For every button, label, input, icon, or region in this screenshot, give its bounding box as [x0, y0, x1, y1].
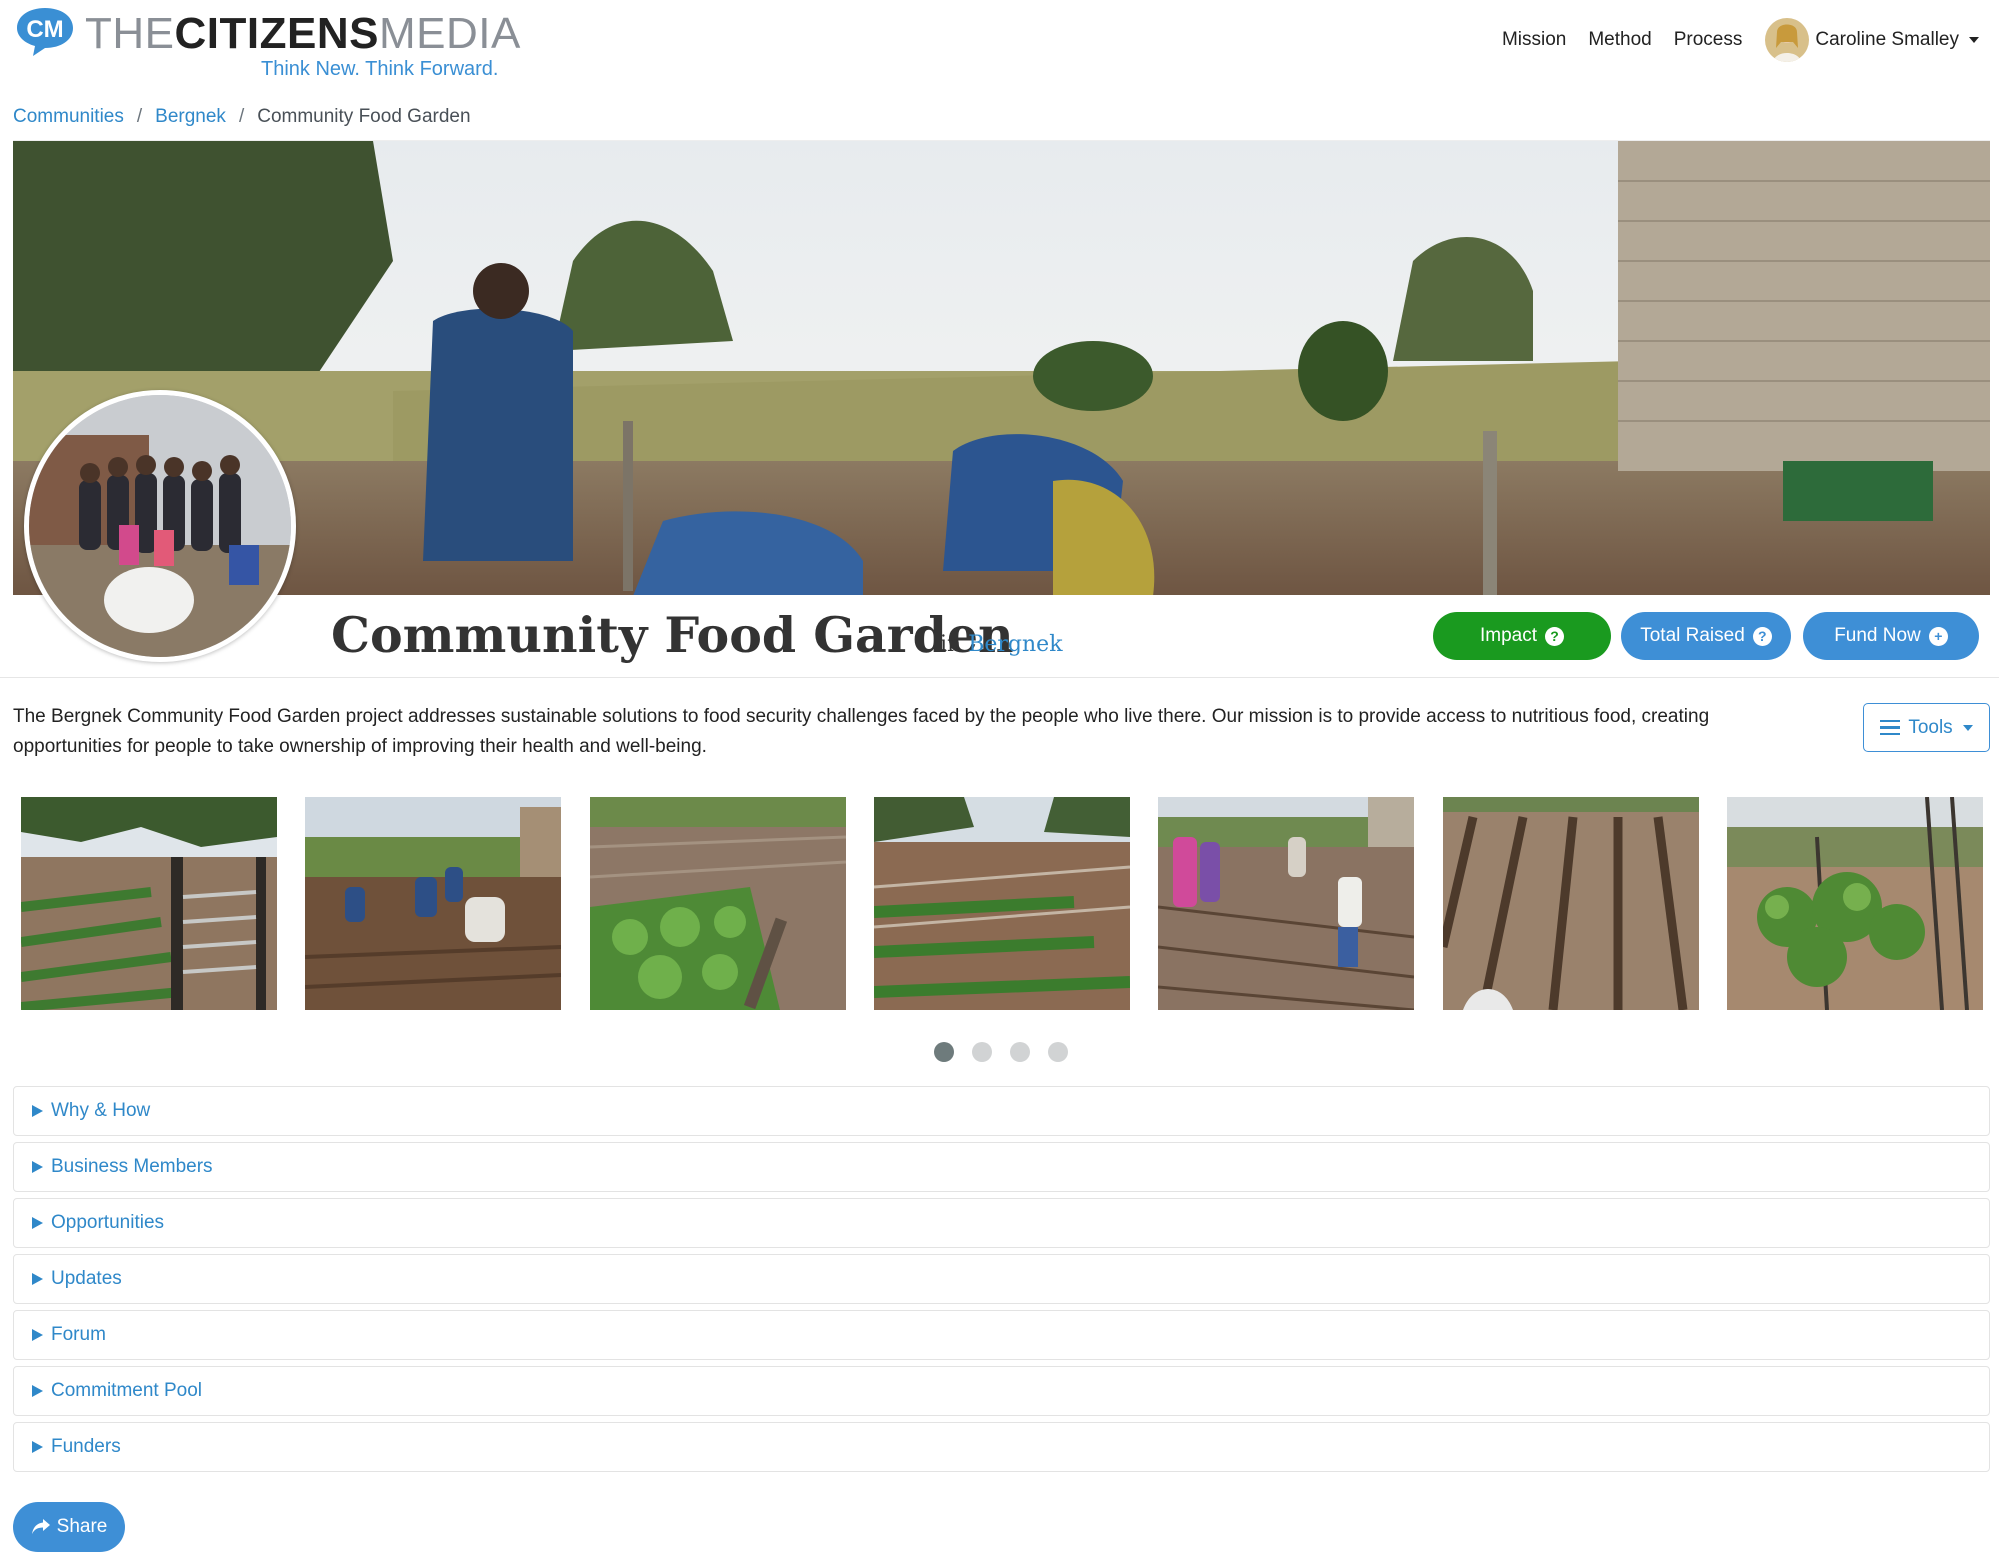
- chevron-down-icon: [1962, 724, 1973, 731]
- community-link[interactable]: Bergnek: [968, 632, 1062, 657]
- carousel-indicators: [934, 1042, 1068, 1062]
- section-label: Why & How: [51, 1100, 151, 1121]
- gallery-thumbnail[interactable]: [1442, 797, 1699, 1010]
- logo-badge-text: CM: [26, 16, 63, 43]
- gallery-thumbnail[interactable]: [21, 797, 277, 1010]
- question-circle-icon: ?: [1545, 626, 1565, 646]
- breadcrumb-current: Community Food Garden: [257, 106, 471, 127]
- carousel-dot[interactable]: [1048, 1042, 1068, 1062]
- site-header: CM THECITIZENSMEDIA Think New. Think For…: [0, 0, 1999, 100]
- page-title: Community Food Garden: [331, 606, 1014, 664]
- breadcrumb-separator: /: [238, 106, 245, 127]
- section-funders[interactable]: Funders: [13, 1422, 1990, 1472]
- nav-mission[interactable]: Mission: [1491, 29, 1577, 51]
- triangle-right-icon: [32, 1273, 43, 1285]
- fund-now-label: Fund Now: [1834, 625, 1921, 646]
- section-label: Opportunities: [51, 1212, 165, 1233]
- breadcrumb: Communities / Bergnek / Community Food G…: [13, 106, 471, 128]
- gallery-thumbnail[interactable]: [589, 797, 846, 1010]
- section-label: Commitment Pool: [51, 1380, 202, 1401]
- section-why-how[interactable]: Why & How: [13, 1086, 1990, 1136]
- gallery-thumbnail[interactable]: [1158, 797, 1415, 1010]
- carousel-dot[interactable]: [972, 1042, 992, 1062]
- logo-word-media: MEDIA: [378, 9, 521, 58]
- gallery-thumbnail[interactable]: [873, 797, 1130, 1010]
- impact-button[interactable]: Impact ?: [1433, 612, 1611, 660]
- nav-process[interactable]: Process: [1663, 29, 1754, 51]
- section-label: Updates: [51, 1268, 122, 1289]
- triangle-right-icon: [32, 1441, 43, 1453]
- impact-label: Impact: [1479, 625, 1538, 646]
- carousel-dot[interactable]: [1010, 1042, 1030, 1062]
- cover-image: [13, 141, 1990, 595]
- total-raised-label: Total Raised: [1640, 625, 1745, 646]
- section-updates[interactable]: Updates: [13, 1254, 1990, 1304]
- menu-icon: [1880, 719, 1901, 736]
- user-name: Caroline Smalley: [1815, 29, 1959, 50]
- avatar: [1765, 18, 1810, 62]
- section-business-members[interactable]: Business Members: [13, 1142, 1990, 1192]
- share-label: Share: [56, 1516, 108, 1537]
- breadcrumb-separator: /: [136, 106, 143, 127]
- project-description: The Bergnek Community Food Garden projec…: [13, 706, 1710, 757]
- triangle-right-icon: [32, 1329, 43, 1341]
- share-button[interactable]: Share: [13, 1502, 125, 1552]
- triangle-right-icon: [32, 1105, 43, 1117]
- photo-gallery: [21, 797, 1983, 1010]
- logo-word-the: THE: [85, 9, 175, 58]
- fund-now-button[interactable]: Fund Now +: [1803, 612, 1979, 660]
- breadcrumb-bergnek[interactable]: Bergnek: [155, 106, 226, 128]
- in-label: in: [940, 632, 962, 657]
- section-label: Forum: [51, 1324, 106, 1345]
- user-menu[interactable]: Caroline Smalley: [1765, 18, 1979, 62]
- total-raised-button[interactable]: Total Raised ?: [1621, 612, 1791, 660]
- logo-word-citizens: CITIZENS: [174, 9, 379, 58]
- logo-badge-icon: CM: [17, 8, 73, 56]
- gallery-thumbnail[interactable]: [1726, 797, 1983, 1010]
- triangle-right-icon: [32, 1161, 43, 1173]
- main-nav: Mission Method Process Caroline Smalley: [1491, 18, 1979, 62]
- section-opportunities[interactable]: Opportunities: [13, 1198, 1990, 1248]
- triangle-right-icon: [32, 1217, 43, 1229]
- project-header: Community Food Garden in Bergnek Impact …: [0, 600, 1999, 678]
- section-label: Funders: [51, 1436, 121, 1457]
- logo-tagline: Think New. Think Forward.: [261, 58, 499, 80]
- carousel-dot[interactable]: [934, 1042, 954, 1062]
- nav-method[interactable]: Method: [1577, 29, 1662, 51]
- plus-circle-icon: +: [1928, 626, 1948, 646]
- tools-dropdown-button[interactable]: Tools: [1863, 703, 1990, 752]
- section-label: Business Members: [51, 1156, 213, 1177]
- project-community: in Bergnek: [940, 632, 1063, 657]
- section-commitment-pool[interactable]: Commitment Pool: [13, 1366, 1990, 1416]
- section-forum[interactable]: Forum: [13, 1310, 1990, 1360]
- logo-wordmark: THECITIZENSMEDIA: [85, 10, 521, 58]
- project-sections: Why & How Business Members Opportunities…: [13, 1086, 1990, 1478]
- cover-photo: [13, 140, 1990, 595]
- chevron-down-icon: [1969, 37, 1979, 43]
- question-circle-icon: ?: [1752, 626, 1772, 646]
- gallery-thumbnail[interactable]: [305, 797, 562, 1010]
- triangle-right-icon: [32, 1385, 43, 1397]
- site-logo[interactable]: CM THECITIZENSMEDIA Think New. Think For…: [15, 6, 535, 81]
- share-arrow-icon: [31, 1519, 50, 1534]
- avatar-image: [1765, 18, 1810, 62]
- breadcrumb-communities[interactable]: Communities: [13, 106, 124, 128]
- tools-label: Tools: [1908, 716, 1953, 738]
